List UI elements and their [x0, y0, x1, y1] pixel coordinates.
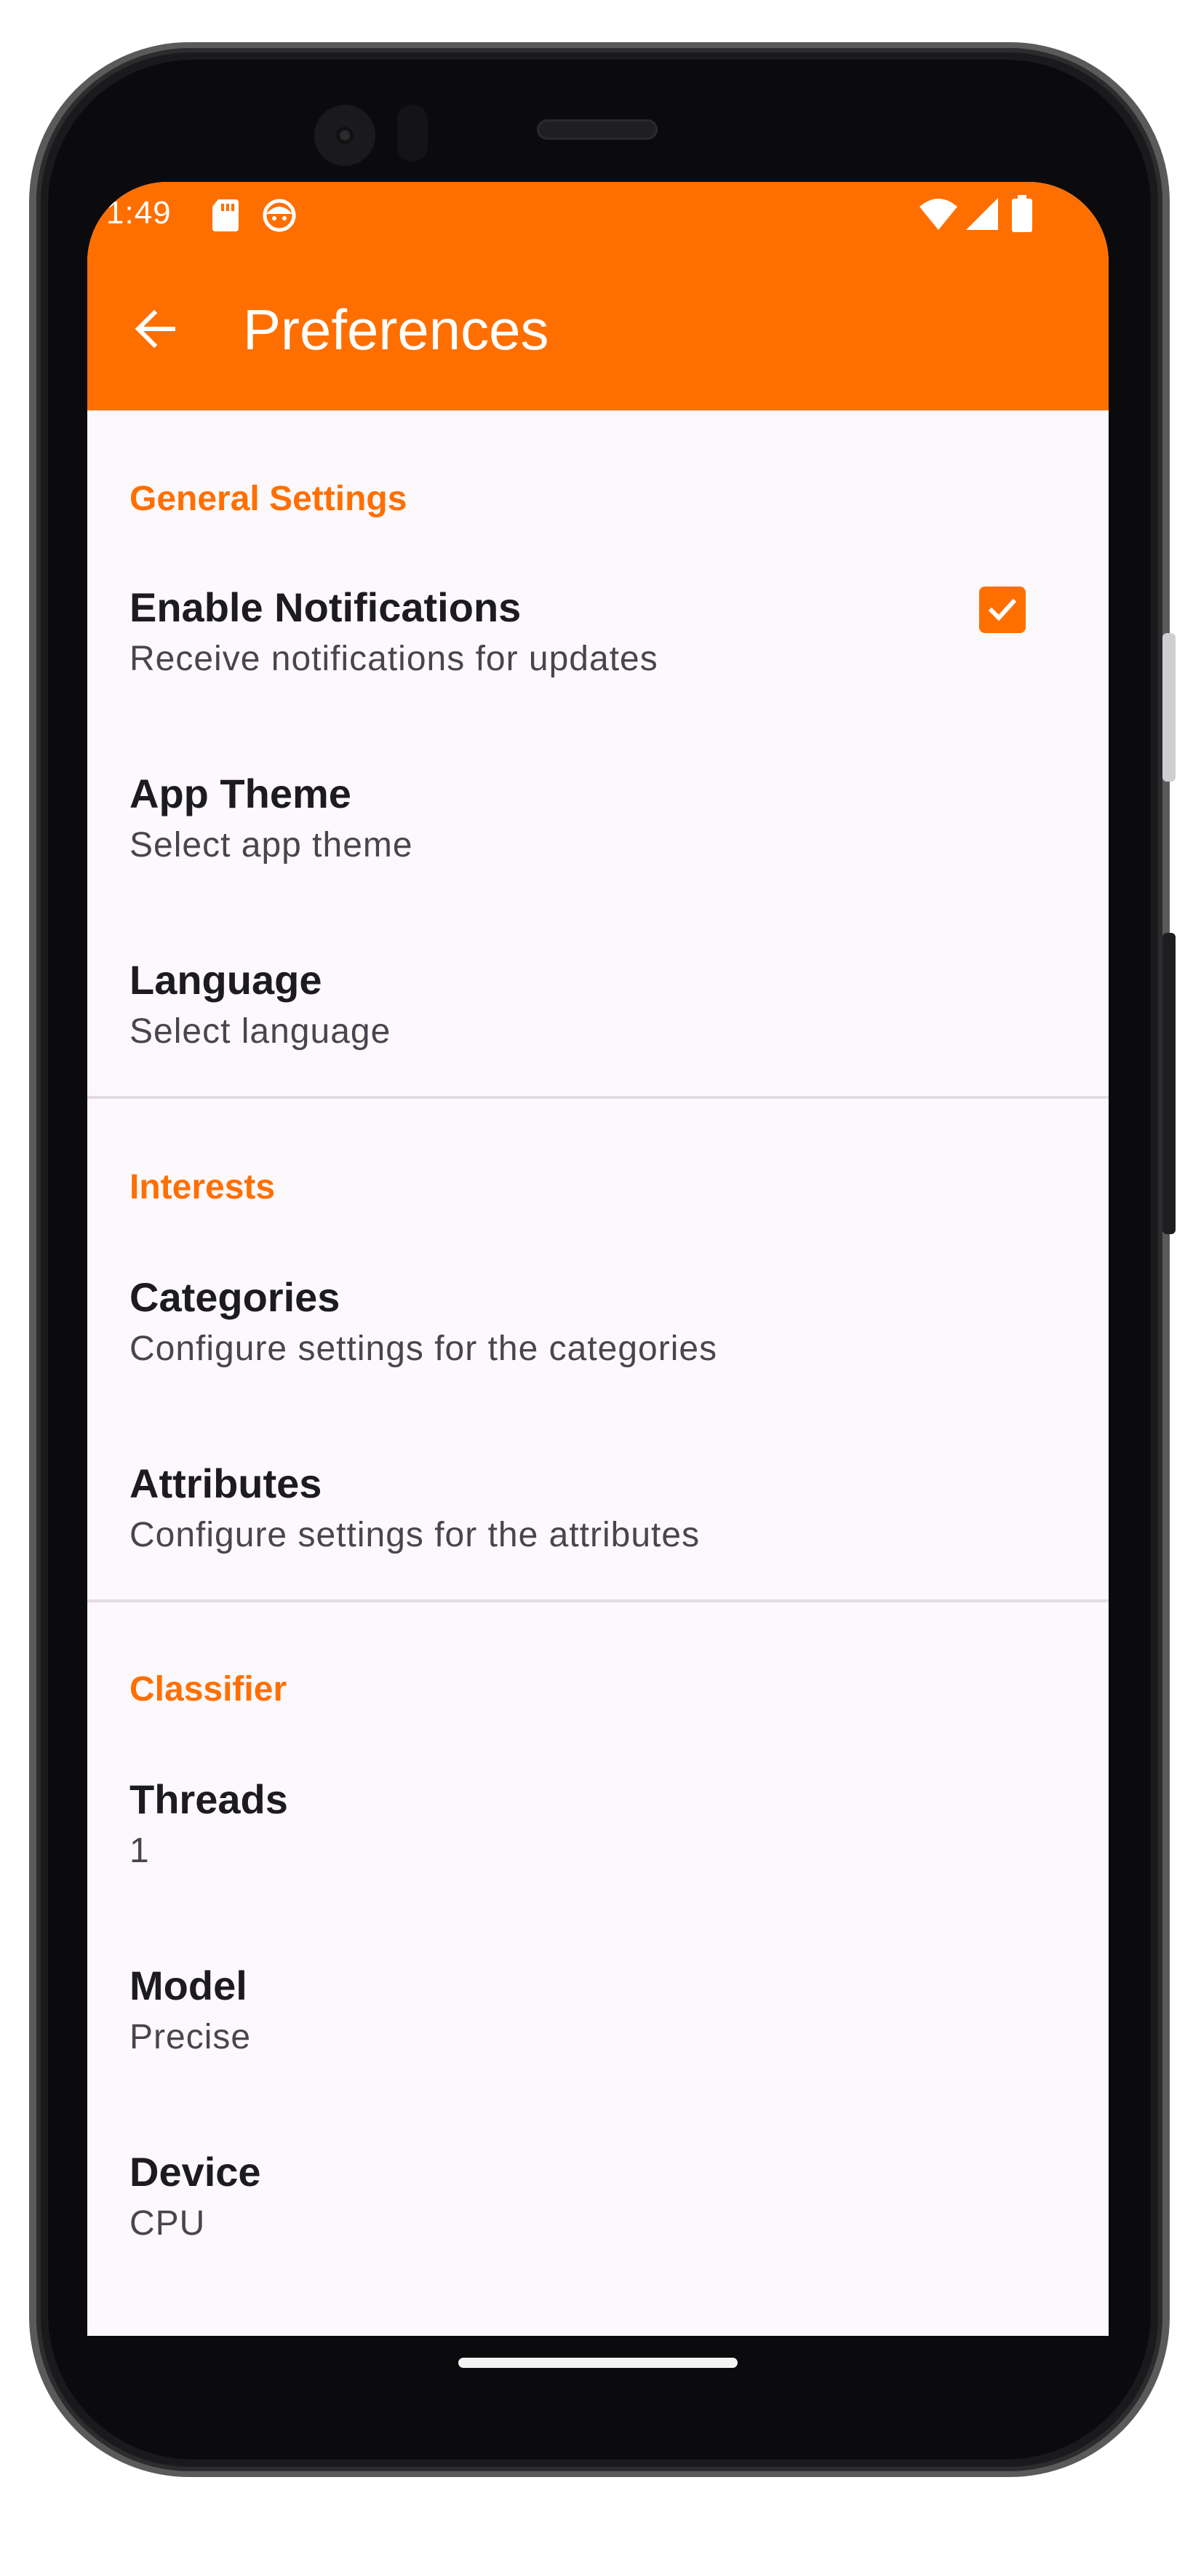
pref-title: Categories — [129, 1274, 340, 1320]
page-title: Preferences — [243, 298, 549, 362]
pref-summary: Configure settings for the attributes — [129, 1516, 701, 1554]
section-divider — [87, 1096, 1109, 1099]
face-icon — [262, 198, 297, 236]
home-gesture-handle[interactable] — [458, 2358, 738, 2368]
wifi-icon — [918, 196, 959, 235]
navigation-bar — [87, 2336, 1109, 2423]
pref-device[interactable]: Device CPU — [87, 2148, 1109, 2336]
category-classifier: Classifier — [129, 1670, 287, 1709]
pref-title: Threads — [129, 1776, 288, 1822]
sd-card-icon — [211, 198, 240, 236]
proximity-sensor — [397, 105, 428, 162]
front-camera-icon — [314, 105, 375, 166]
pref-title: Language — [129, 957, 322, 1003]
pref-enable-notifications[interactable]: Enable Notifications Receive notificatio… — [87, 584, 1109, 773]
status-bar: 1:49 — [87, 182, 1109, 249]
section-divider — [87, 1599, 1109, 1602]
pref-title: Model — [129, 1963, 247, 2008]
battery-icon — [1011, 195, 1033, 236]
notifications-checkbox[interactable] — [979, 587, 1026, 633]
pref-summary: CPU — [129, 2204, 206, 2243]
status-time: 1:49 — [106, 195, 172, 231]
back-button[interactable] — [119, 293, 192, 365]
pref-summary: Precise — [129, 2018, 252, 2056]
category-interests: Interests — [129, 1168, 276, 1206]
arrow-back-icon — [135, 309, 175, 349]
pref-categories[interactable]: Categories Configure settings for the ca… — [87, 1273, 1109, 1463]
pref-app-theme[interactable]: App Theme Select app theme — [87, 770, 1109, 959]
check-icon — [988, 598, 1017, 621]
earpiece-speaker — [537, 119, 658, 140]
volume-button — [1162, 633, 1176, 782]
pref-title: App Theme — [129, 771, 351, 816]
screen: 1:49 Preferences General Settings Enable… — [87, 182, 1109, 2336]
pref-summary: Select language — [129, 1012, 391, 1051]
app-bar: Preferences — [87, 249, 1109, 410]
pref-attributes[interactable]: Attributes Configure settings for the at… — [87, 1460, 1109, 1649]
pref-summary: Select app theme — [129, 826, 413, 864]
pref-model[interactable]: Model Precise — [87, 1962, 1109, 2151]
power-button — [1162, 933, 1176, 1234]
pref-summary: Receive notifications for updates — [129, 640, 658, 678]
pref-title: Device — [129, 2149, 261, 2195]
pref-title: Enable Notifications — [129, 584, 522, 630]
category-general-settings: General Settings — [129, 480, 407, 518]
pref-summary: Configure settings for the categories — [129, 1329, 718, 1368]
pref-language[interactable]: Language Select language — [87, 956, 1109, 1145]
pref-threads[interactable]: Threads 1 — [87, 1776, 1109, 1965]
pref-summary: 1 — [129, 1832, 150, 1870]
signal-icon — [965, 196, 1000, 235]
pref-title: Attributes — [129, 1460, 322, 1506]
